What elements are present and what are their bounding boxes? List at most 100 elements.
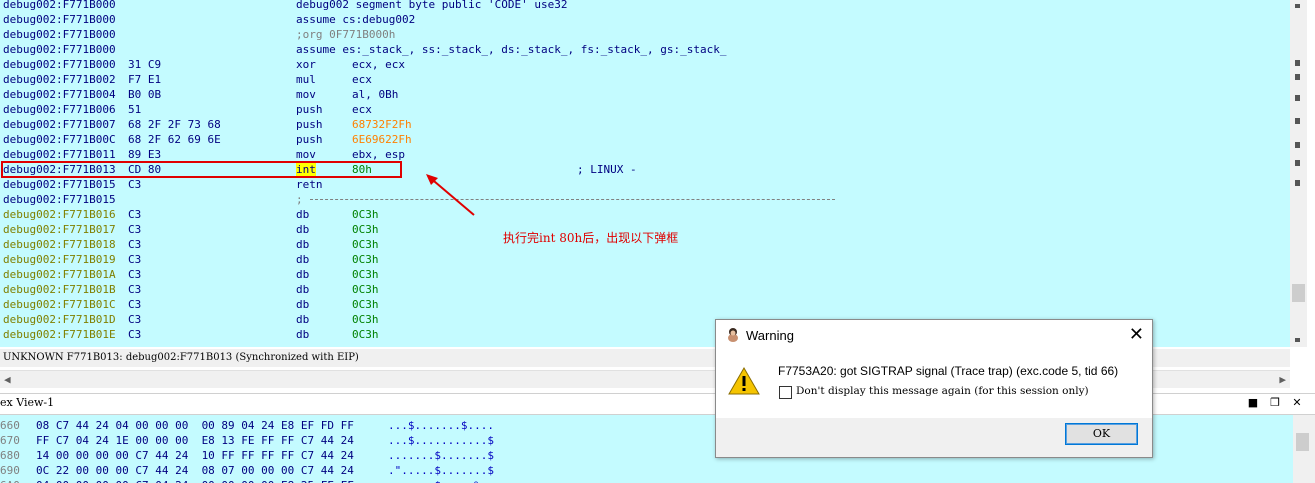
disasm-line[interactable]: debug002:F771B000 assume es:_stack_, ss:_… [0,42,1290,57]
hex-offset: 6A0 [0,478,20,483]
disasm-line[interactable]: debug002:F771B006 51 push ecx [0,102,1290,117]
disasm-mnemonic: debug002 segment byte public 'CODE' use3… [296,0,568,11]
disasm-line[interactable]: debug002:F771B004 B0 0B mov al, 0Bh [0,87,1290,102]
dont-display-checkbox[interactable] [779,386,792,399]
disasm-line[interactable]: debug002:F771B000 debug002 segment byte p… [0,0,1290,12]
disasm-mnemonic: ;org 0F771B000h [296,28,396,41]
disasm-operand: 0C3h [352,223,379,236]
disasm-address: debug002:F771B018 [3,238,116,251]
hex-ascii: .......$.....%.. [388,478,494,483]
scroll-thumb[interactable] [1296,433,1309,451]
scroll-right-icon[interactable]: ▶ [1279,373,1286,386]
disasm-operand: 0C3h [352,313,379,326]
scroll-marker [1295,142,1300,148]
disasm-bytes: F7 E1 [128,73,162,86]
disasm-line[interactable]: debug002:F771B015 C3 retn [0,177,1290,192]
hex-bytes: 14 00 00 00 00 C7 44 24 10 FF FF FF FF C… [36,449,354,462]
disasm-line[interactable]: debug002:F771B002 F7 E1 mul ecx [0,72,1290,87]
dont-display-checkbox-label[interactable]: Don't display this message again (for th… [796,385,1089,397]
disasm-bytes: 31 C9 [128,58,162,71]
disasm-address: debug002:F771B004 [3,88,116,101]
scroll-left-icon[interactable]: ◀ [4,373,11,386]
scroll-marker [1295,160,1300,166]
disasm-bytes: 51 [128,103,142,116]
hex-offset: 660 [0,419,20,432]
disasm-bytes: C3 [128,268,142,281]
hex-bytes: FF C7 04 24 1E 00 00 00 E8 13 FE FF FF C… [36,434,354,447]
dialog-body: F7753A20: got SIGTRAP signal (Trace trap… [716,350,1152,418]
hex-bytes: 04 00 00 00 00 C7 04 24 00 00 00 00 E8 2… [36,478,354,483]
disasm-address: debug002:F771B000 [3,13,116,26]
disasm-bytes: C3 [128,298,142,311]
disasm-address: debug002:F771B000 [3,58,116,71]
ok-button[interactable]: OK [1065,423,1138,445]
close-icon[interactable]: ✕ [1129,324,1144,345]
scroll-thumb[interactable] [1292,284,1305,302]
separator-line [310,199,835,200]
ida-logo-icon [728,328,738,342]
disasm-line[interactable]: debug002:F771B000 assume cs:debug002 [0,12,1290,27]
disasm-bytes: C3 [128,283,142,296]
hex-vertical-scrollbar[interactable] [1293,415,1315,483]
scroll-up-icon[interactable] [1295,4,1300,8]
disasm-mnemonic: assume cs:debug002 [296,13,416,26]
disasm-address: debug002:F771B017 [3,223,116,236]
warning-dialog: Warning ✕ F7753A20: got SIGTRAP signal (… [715,319,1153,458]
disasm-mnemonic: mov [296,148,316,161]
disasm-line[interactable]: debug002:F771B01C C3 db 0C3h [0,297,1290,312]
disasm-operand: 0C3h [352,268,379,281]
disasm-address: debug002:F771B01D [3,313,116,326]
hex-ascii: ...$.......$.... [388,419,494,432]
disasm-mnemonic: db [296,298,310,311]
disassembly-vertical-scrollbar[interactable] [1290,0,1307,347]
disasm-operand: 0C3h [352,208,379,221]
disasm-address: debug002:F771B015 [3,193,116,206]
disasm-bytes: C3 [128,328,142,341]
disasm-comment: ; LINUX - [577,163,637,176]
disasm-mnemonic: db [296,283,310,296]
disasm-line[interactable]: debug002:F771B01B C3 db 0C3h [0,282,1290,297]
disasm-mnemonic: assume es:_stack_, ss:_stack_, ds:_stack… [296,43,727,56]
disasm-operand: 0C3h [352,253,379,266]
disasm-line[interactable]: debug002:F771B000 31 C9 xor ecx, ecx [0,57,1290,72]
disasm-mnemonic: db [296,208,310,221]
minimize-icon[interactable]: ■ [1246,396,1260,410]
disasm-address: debug002:F771B011 [3,148,116,161]
disasm-address: debug002:F771B006 [3,103,116,116]
scroll-marker [1295,74,1300,80]
disasm-mnemonic: db [296,238,310,251]
disasm-line[interactable]: debug002:F771B000 ;org 0F771B000h [0,27,1290,42]
disasm-address: debug002:F771B01B [3,283,116,296]
close-icon[interactable]: ✕ [1290,396,1304,410]
disassembly-view[interactable]: debug002:F771B000 debug002 segment byte p… [0,0,1290,347]
disasm-mnemonic: retn [296,178,323,191]
disasm-bytes: 68 2F 2F 73 68 [128,118,221,131]
disasm-line[interactable]: debug002:F771B007 68 2F 2F 73 68 push 68732… [0,117,1290,132]
disasm-line[interactable]: debug002:F771B01A C3 db 0C3h [0,267,1290,282]
disasm-mnemonic: mul [296,73,316,86]
disasm-address: debug002:F771B00C [3,133,116,146]
disasm-bytes: C3 [128,178,142,191]
warning-icon [728,366,760,395]
dialog-titlebar[interactable]: Warning ✕ [716,320,1152,350]
disasm-operand: ecx, ecx [352,58,405,71]
disasm-line[interactable]: debug002:F771B019 C3 db 0C3h [0,252,1290,267]
annotation-arrow [426,174,475,216]
disasm-line[interactable]: debug002:F771B011 89 E3 mov ebx, esp [0,147,1290,162]
restore-icon[interactable]: ❐ [1268,396,1282,410]
disasm-address: debug002:F771B000 [3,28,116,41]
disasm-bytes: C3 [128,223,142,236]
scroll-marker [1295,118,1300,124]
disasm-address: debug002:F771B002 [3,73,116,86]
hex-view-title: ex View-1 [0,396,55,409]
disasm-address: debug002:F771B015 [3,178,116,191]
disasm-bytes: B0 0B [128,88,162,101]
disasm-mnemonic: push [296,103,323,116]
scroll-down-icon[interactable] [1295,338,1300,342]
disasm-line[interactable]: debug002:F771B016 C3 db 0C3h [0,207,1290,222]
disasm-operand: ecx [352,103,372,116]
disasm-bytes: C3 [128,253,142,266]
disasm-operand: 0C3h [352,283,379,296]
disasm-line[interactable]: debug002:F771B00C 68 2F 62 69 6E push 6E696… [0,132,1290,147]
disasm-address: debug002:F771B000 [3,0,116,11]
